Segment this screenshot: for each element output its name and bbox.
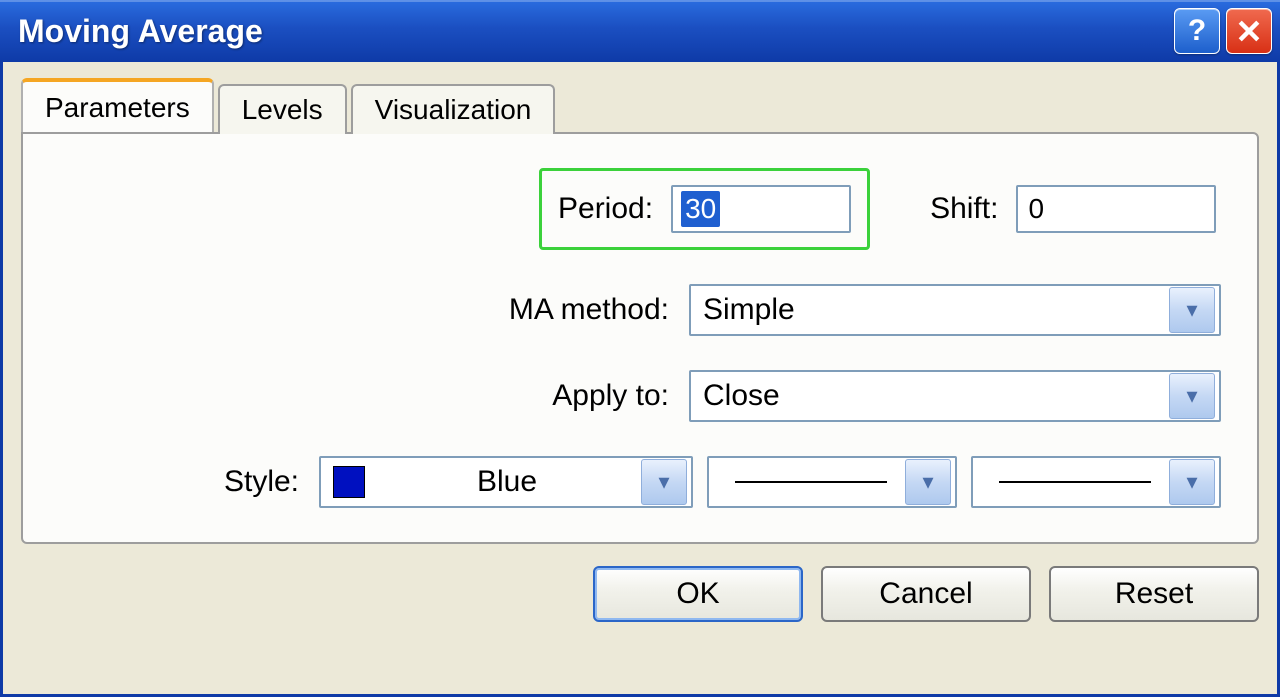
row-ma-method: MA method: Simple ▾	[59, 284, 1221, 336]
ok-button[interactable]: OK	[593, 566, 803, 622]
period-input[interactable]: 30	[671, 185, 851, 233]
period-highlight-box: Period: 30	[539, 168, 870, 250]
style-label: Style:	[99, 465, 319, 499]
close-button[interactable]	[1226, 8, 1272, 54]
tab-label: Levels	[242, 94, 323, 125]
cancel-button[interactable]: Cancel	[821, 566, 1031, 622]
parameters-panel: Period: 30 Shift: MA method: Simple ▾ Ap…	[21, 132, 1259, 544]
title-bar: Moving Average ?	[0, 0, 1280, 62]
tab-parameters[interactable]: Parameters	[21, 78, 214, 132]
row-period-shift: Period: 30 Shift:	[59, 168, 1221, 250]
help-button[interactable]: ?	[1174, 8, 1220, 54]
chevron-down-icon: ▾	[1169, 459, 1215, 505]
ma-method-value: Simple	[703, 293, 795, 327]
chevron-down-icon: ▾	[1169, 373, 1215, 419]
dialog-buttons: OK Cancel Reset	[21, 566, 1259, 622]
window-controls: ?	[1174, 8, 1272, 54]
tab-label: Parameters	[45, 92, 190, 123]
style-color-dropdown[interactable]: Blue ▾	[319, 456, 693, 508]
close-icon	[1238, 20, 1260, 42]
chevron-down-icon: ▾	[641, 459, 687, 505]
row-style: Style: Blue ▾ ▾ ▾	[59, 456, 1221, 508]
period-value-selected: 30	[681, 191, 720, 227]
row-apply-to: Apply to: Close ▾	[59, 370, 1221, 422]
ma-method-label: MA method:	[59, 293, 689, 327]
shift-input[interactable]	[1016, 185, 1216, 233]
style-linetype-dropdown[interactable]: ▾	[707, 456, 957, 508]
button-label: Cancel	[879, 577, 972, 611]
button-label: Reset	[1115, 577, 1193, 611]
line-sample-icon	[999, 481, 1151, 483]
period-label: Period:	[558, 192, 653, 226]
dialog-body: Parameters Levels Visualization Period: …	[0, 62, 1280, 697]
tab-levels[interactable]: Levels	[218, 84, 347, 134]
apply-to-label: Apply to:	[59, 379, 689, 413]
reset-button[interactable]: Reset	[1049, 566, 1259, 622]
tab-strip: Parameters Levels Visualization	[21, 80, 1259, 132]
style-color-name: Blue	[477, 465, 537, 499]
tab-visualization[interactable]: Visualization	[351, 84, 556, 134]
ma-method-dropdown[interactable]: Simple ▾	[689, 284, 1221, 336]
shift-label: Shift:	[930, 192, 998, 226]
window-title: Moving Average	[18, 13, 263, 50]
tab-label: Visualization	[375, 94, 532, 125]
line-sample-icon	[735, 481, 887, 483]
shift-group: Shift:	[930, 185, 1216, 233]
chevron-down-icon: ▾	[905, 459, 951, 505]
apply-to-dropdown[interactable]: Close ▾	[689, 370, 1221, 422]
style-linewidth-dropdown[interactable]: ▾	[971, 456, 1221, 508]
apply-to-value: Close	[703, 379, 780, 413]
color-swatch	[333, 466, 365, 498]
button-label: OK	[676, 577, 719, 611]
chevron-down-icon: ▾	[1169, 287, 1215, 333]
